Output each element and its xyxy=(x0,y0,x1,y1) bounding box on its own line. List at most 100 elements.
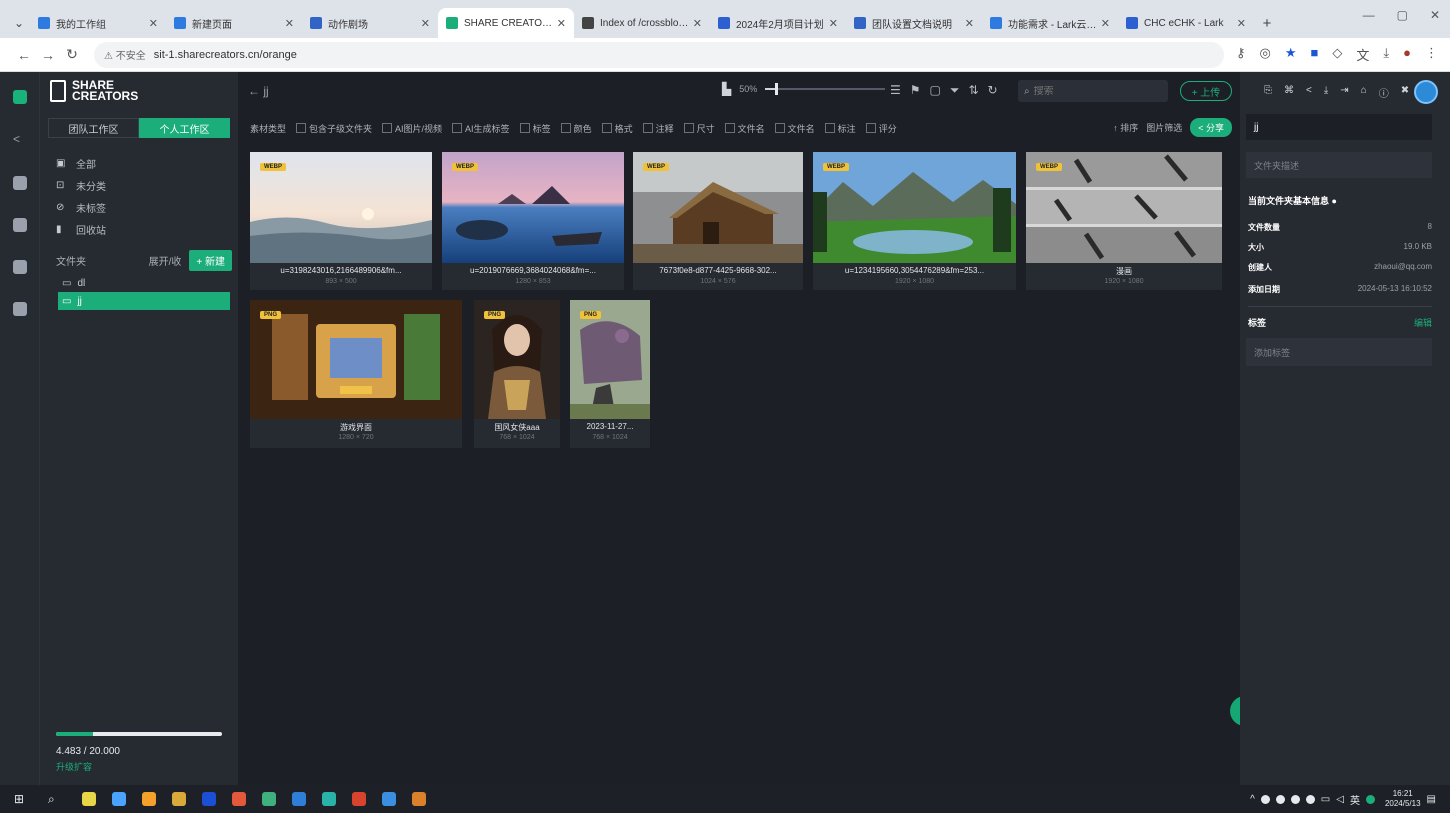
taskbar-app-icon[interactable] xyxy=(142,792,156,806)
filter-include-subfolders[interactable]: 包含子级文件夹 xyxy=(296,122,372,135)
filter-size[interactable]: 尺寸 xyxy=(684,122,715,135)
refresh-icon[interactable]: ↻ xyxy=(988,83,998,98)
filter-ai-media[interactable]: AI图片/视频 xyxy=(382,122,442,135)
translate-icon[interactable]: 文 xyxy=(1356,45,1369,64)
insecure-warning[interactable]: ⚠ 不安全 xyxy=(104,47,146,62)
grid-view-icon[interactable]: ▢ xyxy=(930,83,941,98)
asset-card[interactable]: WEBP u=1234195660,3054476289&fm=253... 1… xyxy=(813,152,1016,290)
delete-icon[interactable]: ✖ xyxy=(1401,85,1409,100)
taskbar-app-icon[interactable] xyxy=(202,792,216,806)
filter-filename[interactable]: 文件名 xyxy=(725,122,765,135)
edit-tags-button[interactable]: 编辑 xyxy=(1414,316,1432,329)
filter-type[interactable]: 素材类型 xyxy=(250,122,286,135)
network-icon[interactable]: ▭ xyxy=(1321,794,1330,805)
upload-button[interactable]: + 上传 xyxy=(1180,81,1232,101)
taskbar-app-icon[interactable] xyxy=(262,792,276,806)
team-icon[interactable] xyxy=(13,176,27,190)
taskbar-app-icon[interactable] xyxy=(82,792,96,806)
tray-app-icon[interactable] xyxy=(1365,794,1375,804)
taskbar-app-icon[interactable] xyxy=(172,792,186,806)
quick-link-untagged[interactable]: ⊘ 未标签 xyxy=(56,196,106,218)
sort-icon[interactable]: ⇅ xyxy=(968,83,978,98)
eye-off-icon[interactable]: ◎ xyxy=(1260,45,1271,64)
puzzle-icon[interactable]: ◇ xyxy=(1332,45,1342,64)
flag-icon[interactable]: ⚑ xyxy=(910,83,921,98)
tab-personal-workspace[interactable]: 个人工作区 xyxy=(139,118,230,138)
close-icon[interactable]: ✕ xyxy=(1101,17,1110,30)
home-icon[interactable] xyxy=(13,90,27,104)
copy-icon[interactable]: ⎘ xyxy=(1264,85,1272,100)
profile-icon[interactable]: ● xyxy=(1403,45,1411,64)
share-icon[interactable]: < xyxy=(1306,85,1312,100)
browser-tab[interactable]: 新建页面 ✕ xyxy=(166,8,302,38)
taskbar-app-icon[interactable] xyxy=(412,792,426,806)
minimize-icon[interactable]: — xyxy=(1363,8,1375,22)
filter-filename-2[interactable]: 文件名 xyxy=(775,122,815,135)
password-key-icon[interactable]: ⚷ xyxy=(1236,45,1246,64)
quick-link-trash[interactable]: ▮ 回收站 xyxy=(56,218,106,240)
quick-link-all[interactable]: ▣ 全部 xyxy=(56,152,106,174)
expand-collapse-button[interactable]: 展开/收 xyxy=(149,253,182,268)
tab-search-icon[interactable]: ⌄ xyxy=(8,8,30,38)
folder-description-field[interactable]: 文件夹描述 xyxy=(1246,152,1432,178)
browser-tab[interactable]: 我的工作组 ✕ xyxy=(30,8,166,38)
asset-card[interactable]: WEBP 漫画 1920 × 1080 xyxy=(1026,152,1222,290)
menu-kebab-icon[interactable]: ⋮ xyxy=(1425,45,1438,64)
share-button[interactable]: < 分享 xyxy=(1190,118,1232,137)
filter-icon[interactable]: ⏷ xyxy=(950,83,960,98)
tag-icon[interactable]: ⌂ xyxy=(1361,85,1367,100)
taskbar-app-icon[interactable] xyxy=(352,792,366,806)
close-icon[interactable]: ✕ xyxy=(149,17,158,30)
taskbar-app-icon[interactable] xyxy=(232,792,246,806)
back-button[interactable]: ← jj xyxy=(248,84,269,98)
taskbar-app-icon[interactable] xyxy=(112,792,126,806)
search-input[interactable] xyxy=(1033,85,1166,97)
asset-card[interactable]: WEBP 7673f0e8-d877-4425-9668-302... 1024… xyxy=(633,152,803,290)
search-icon[interactable]: ⌕ xyxy=(48,792,62,806)
browser-tab[interactable]: 功能需求 - Lark云文档 ✕ xyxy=(982,8,1118,38)
asset-card[interactable]: WEBP u=2019076669,3684024068&fm=... 1280… xyxy=(442,152,624,290)
close-icon[interactable]: ✕ xyxy=(693,17,702,30)
reload-icon[interactable]: ↻ xyxy=(60,46,84,63)
forward-icon[interactable]: → xyxy=(36,47,60,63)
folder-item-jj[interactable]: ▭ jj xyxy=(58,292,230,310)
close-icon[interactable]: ✕ xyxy=(285,17,294,30)
tray-app-icon[interactable] xyxy=(1305,794,1315,804)
back-icon[interactable]: ← xyxy=(12,47,36,63)
sort-button[interactable]: ↑ 排序 xyxy=(1113,121,1138,134)
ime-icon[interactable]: 英 xyxy=(1350,792,1360,807)
asset-card[interactable]: PNG 国风女侠aaa 768 × 1024 xyxy=(474,300,560,448)
asset-card[interactable]: WEBP u=3198243016,2166489906&fm... 893 ×… xyxy=(250,152,432,290)
browser-tab[interactable]: 动作剧场 ✕ xyxy=(302,8,438,38)
filter-color[interactable]: 颜色 xyxy=(561,122,592,135)
upgrade-link[interactable]: 升级扩容 xyxy=(56,760,222,773)
notification-center-icon[interactable]: ▤ xyxy=(1427,794,1436,805)
extension-icon[interactable]: ■ xyxy=(1311,45,1319,64)
close-window-icon[interactable]: ✕ xyxy=(1430,8,1440,22)
quick-link-uncategorized[interactable]: ⊡ 未分类 xyxy=(56,174,106,196)
taskbar-app-icon[interactable] xyxy=(382,792,396,806)
start-icon[interactable]: ⊞ xyxy=(14,792,28,806)
volume-icon[interactable]: ◁ xyxy=(1336,794,1344,805)
tray-app-icon[interactable] xyxy=(1260,794,1270,804)
tray-app-icon[interactable] xyxy=(1275,794,1285,804)
notification-icon[interactable] xyxy=(13,260,27,274)
browser-tab[interactable]: 团队设置文档说明 ✕ xyxy=(846,8,982,38)
filter-annotation[interactable]: 标注 xyxy=(825,122,856,135)
maximize-icon[interactable]: ▢ xyxy=(1397,8,1408,22)
asset-card[interactable]: PNG 2023-11-27... 768 × 1024 xyxy=(570,300,650,448)
browser-tab[interactable]: CHC eCHK - Lark ✕ xyxy=(1118,8,1254,38)
taskbar-app-icon[interactable] xyxy=(322,792,336,806)
link-icon[interactable]: ⌘ xyxy=(1284,85,1294,100)
zoom-slider-handle[interactable] xyxy=(774,83,778,95)
asset-card[interactable]: PNG 游戏界面 1280 × 720 xyxy=(250,300,462,448)
image-filter-dropdown[interactable]: 图片筛选 xyxy=(1146,121,1182,134)
filter-notes[interactable]: 注释 xyxy=(643,122,674,135)
system-clock[interactable]: 16:21 2024/5/13 xyxy=(1385,789,1421,809)
download-icon[interactable]: ⤓ xyxy=(1324,85,1328,100)
close-icon[interactable]: ✕ xyxy=(557,17,566,30)
close-icon[interactable]: ✕ xyxy=(1237,17,1246,30)
zoom-slider[interactable] xyxy=(765,83,886,95)
browser-tab[interactable]: 2024年2月项目计划 ✕ xyxy=(710,8,846,38)
new-tab-icon[interactable]: + xyxy=(1254,8,1280,38)
